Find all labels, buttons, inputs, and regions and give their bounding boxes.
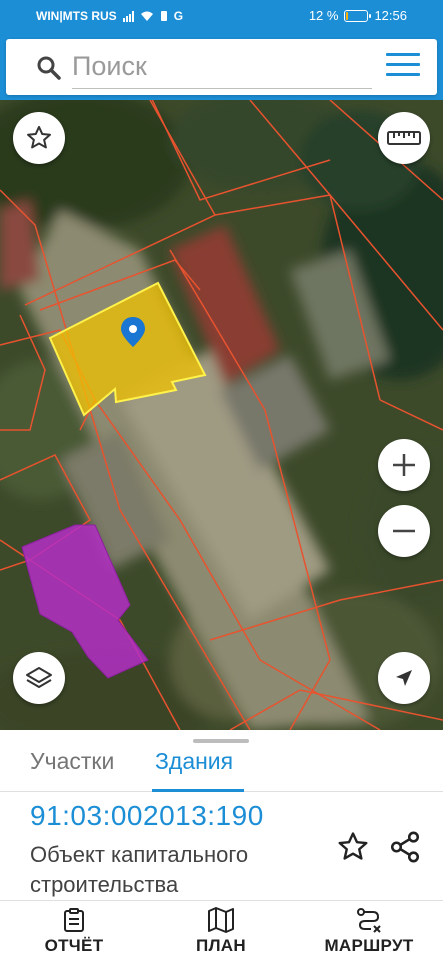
ruler-icon[interactable] xyxy=(378,112,430,164)
object-type: Объект капитального строительства xyxy=(30,842,249,897)
search-icon[interactable] xyxy=(36,55,62,81)
clock: 12:56 xyxy=(374,8,407,23)
navigation-arrow-icon[interactable] xyxy=(378,652,430,704)
satellite-map[interactable] xyxy=(0,100,443,730)
active-tab-indicator xyxy=(152,789,244,792)
plan-label: ПЛАН xyxy=(196,936,246,955)
wifi-icon xyxy=(140,11,153,21)
status-bar: WIN|MTS RUS G 12 % 12:56 xyxy=(0,0,443,34)
signal-icon xyxy=(122,10,134,22)
route-label: МАРШРУТ xyxy=(324,936,414,955)
tab-bar: Участки Здания xyxy=(0,746,443,792)
clipboard-icon xyxy=(64,908,84,932)
report-button[interactable]: ОТЧЁТ xyxy=(14,907,134,956)
layers-icon[interactable] xyxy=(13,652,65,704)
star-outline-icon[interactable] xyxy=(13,112,65,164)
search-header xyxy=(0,34,443,100)
minus-icon[interactable] xyxy=(378,505,430,557)
search-box xyxy=(6,39,437,95)
cadastral-number[interactable]: 91:03:002013:190 xyxy=(30,800,264,832)
favorite-star-icon[interactable] xyxy=(336,830,370,864)
route-icon xyxy=(357,908,381,933)
search-input[interactable] xyxy=(72,45,372,89)
plus-icon[interactable] xyxy=(378,439,430,491)
sim-icon xyxy=(160,11,167,21)
status-left: WIN|MTS RUS G xyxy=(36,9,183,23)
report-label: ОТЧЁТ xyxy=(44,936,104,955)
battery-icon xyxy=(344,9,372,22)
map-icon xyxy=(208,907,234,933)
tab-buildings[interactable]: Здания xyxy=(155,748,233,775)
status-right: 12 % 12:56 xyxy=(309,8,407,23)
battery-percent: 12 % xyxy=(308,8,339,23)
route-button[interactable]: МАРШРУТ xyxy=(309,907,429,956)
map-view[interactable] xyxy=(0,100,443,730)
tab-parcels[interactable]: Участки xyxy=(30,748,114,775)
share-icon[interactable] xyxy=(388,830,422,864)
network-type: G xyxy=(173,9,184,23)
hamburger-menu-icon[interactable] xyxy=(386,53,420,81)
carrier-label: WIN|MTS RUS xyxy=(36,9,117,23)
battery-level xyxy=(346,11,349,20)
bottom-navigation: ОТЧЁТ ПЛАН МАРШРУТ xyxy=(0,900,443,960)
drag-handle[interactable] xyxy=(193,739,249,743)
plan-button[interactable]: ПЛАН xyxy=(161,907,281,956)
